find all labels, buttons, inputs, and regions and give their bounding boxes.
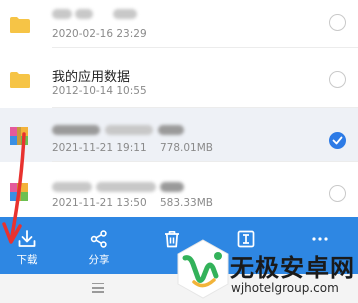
file-date: 2021-11-21	[52, 142, 114, 154]
download-label: 下载	[16, 254, 38, 266]
file-row[interactable]: 2021-11-21 13:50 583.33MB	[0, 162, 358, 217]
folder-icon	[10, 17, 30, 33]
file-size: 583.33MB	[159, 197, 213, 209]
download-icon	[18, 230, 36, 247]
watermark-logo	[177, 239, 229, 299]
rar-archive-icon	[10, 183, 28, 201]
file-row[interactable]: 2021-11-21 19:11 778.01MB	[0, 108, 358, 162]
share-icon	[90, 230, 107, 248]
file-meta: 2012-10-14 10:55	[52, 85, 147, 97]
watermark: 无极安卓网 wjhotelgroup.com	[168, 238, 358, 303]
file-time: 13:50	[116, 197, 147, 209]
select-radio-checked[interactable]	[329, 132, 346, 149]
select-radio[interactable]	[329, 71, 346, 88]
file-meta: 2021-11-21 13:50 583.33MB	[52, 197, 213, 209]
share-label: 分享	[88, 254, 110, 266]
file-date: 2021-11-21	[52, 197, 114, 209]
check-icon	[332, 136, 343, 145]
file-name-redacted	[52, 6, 137, 21]
watermark-url: wjhotelgroup.com	[231, 281, 339, 295]
file-time: 23:29	[116, 28, 147, 40]
file-name: 我的应用数据	[52, 70, 131, 85]
menu-icon[interactable]	[92, 283, 104, 293]
download-button[interactable]: 下载	[0, 217, 57, 274]
file-meta: 2020-02-16 23:29	[52, 28, 147, 40]
file-date: 2012-10-14	[52, 85, 114, 97]
file-meta: 2021-11-21 19:11 778.01MB	[52, 142, 213, 154]
file-time: 19:11	[116, 142, 147, 154]
file-row[interactable]: 2020-02-16 23:29	[0, 0, 358, 48]
file-row[interactable]: 我的应用数据 2012-10-14 10:55	[0, 48, 358, 108]
folder-icon	[10, 72, 30, 88]
file-size: 778.01MB	[159, 142, 213, 154]
rar-archive-icon	[10, 127, 28, 145]
share-button[interactable]: 分享	[69, 217, 129, 274]
file-time: 10:55	[116, 85, 147, 97]
file-name-redacted	[52, 179, 184, 194]
select-radio[interactable]	[329, 185, 346, 202]
file-name-redacted	[52, 122, 184, 137]
select-radio[interactable]	[329, 14, 346, 31]
file-date: 2020-02-16	[52, 28, 114, 40]
watermark-title: 无极安卓网	[230, 254, 355, 282]
